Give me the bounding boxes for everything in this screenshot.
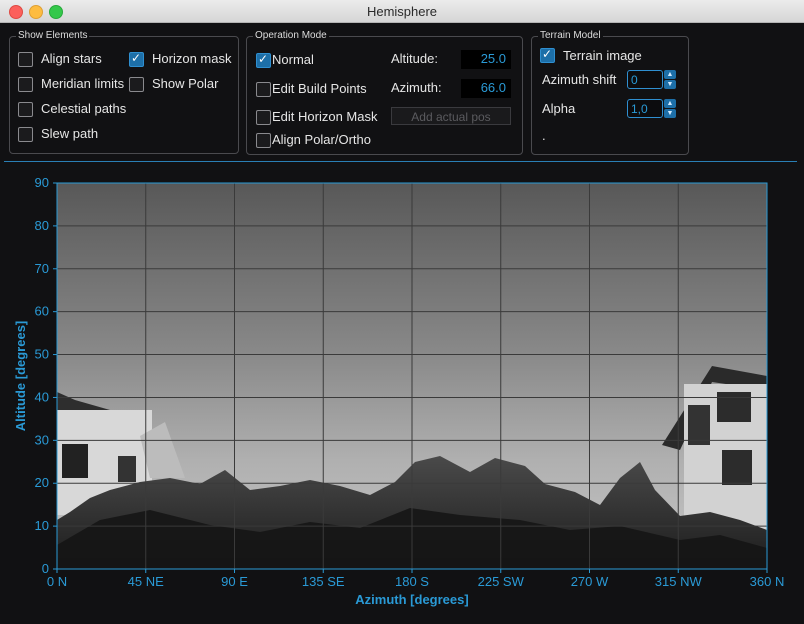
right-house-window [717, 392, 751, 422]
x-tick-label: 360 N [750, 574, 785, 589]
y-tick-label: 30 [35, 432, 49, 447]
y-tick-label: 10 [35, 518, 49, 533]
y-tick-label: 0 [42, 561, 49, 576]
x-tick-label: 90 E [221, 574, 248, 589]
right-house-window [688, 405, 710, 445]
y-axis-ticks: 0 10 20 30 40 50 60 70 80 90 [35, 175, 57, 576]
y-axis-title: Altitude [degrees] [13, 321, 28, 432]
right-house-window [722, 450, 752, 485]
x-axis-ticks: 0 N 45 NE 90 E 135 SE 180 S 225 SW 270 W 315 NW… [47, 569, 784, 589]
x-tick-label: 270 W [571, 574, 609, 589]
x-tick-label: 315 NW [655, 574, 703, 589]
y-tick-label: 80 [35, 218, 49, 233]
x-tick-label: 135 SE [302, 574, 345, 589]
y-tick-label: 20 [35, 475, 49, 490]
x-tick-label: 180 S [395, 574, 429, 589]
left-house-window [118, 456, 136, 482]
y-tick-label: 60 [35, 304, 49, 319]
y-tick-label: 50 [35, 347, 49, 362]
x-tick-label: 225 SW [478, 574, 525, 589]
x-axis-title: Azimuth [degrees] [355, 592, 468, 607]
y-tick-label: 90 [35, 175, 49, 190]
x-tick-label: 0 N [47, 574, 67, 589]
y-tick-label: 40 [35, 389, 49, 404]
y-tick-label: 70 [35, 261, 49, 276]
left-house-window [62, 444, 88, 478]
hemisphere-chart[interactable]: 0 N 45 NE 90 E 135 SE 180 S 225 SW 270 W 315 NW… [0, 0, 804, 624]
x-tick-label: 45 NE [128, 574, 164, 589]
